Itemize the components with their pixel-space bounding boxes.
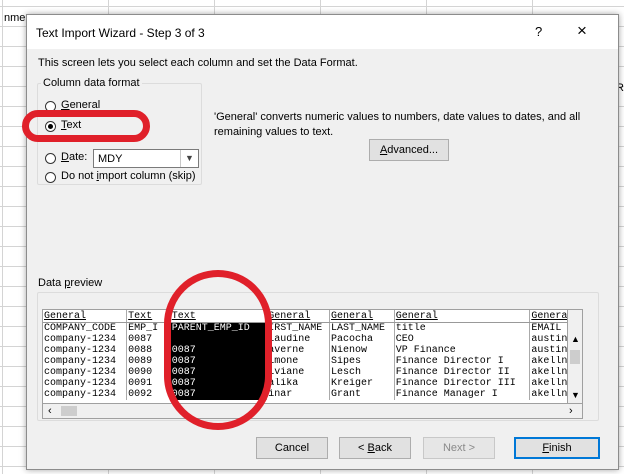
preview-row[interactable]: company-1234 0089 0087 imone Sipes Finance Di…: [43, 356, 580, 367]
preview-header-row[interactable]: General Text Text General General General Gene…: [43, 310, 580, 323]
preview-cell[interactable]: Kreiger: [329, 378, 395, 389]
preview-row[interactable]: company-1234 0087 laudine Pacocha CEO austin: [43, 334, 580, 345]
preview-cell[interactable]: 0091: [126, 378, 171, 389]
preview-cell[interactable]: Finance Director III: [394, 378, 531, 389]
preview-cell[interactable]: 0087: [170, 367, 268, 378]
text-radio-label[interactable]: Text: [61, 119, 81, 131]
preview-cell[interactable]: Lesch: [329, 367, 395, 378]
skip-column-radio-label[interactable]: Do not import column (skip): [61, 170, 196, 182]
preview-column-format[interactable]: General: [394, 310, 531, 323]
preview-column-format[interactable]: General: [43, 310, 128, 323]
preview-cell[interactable]: title: [394, 322, 531, 334]
preview-cell[interactable]: [170, 334, 268, 345]
scroll-down-icon[interactable]: ▼: [571, 390, 580, 400]
preview-cell[interactable]: CEO: [394, 334, 531, 345]
column-format-group-label: Column data format: [41, 77, 142, 89]
preview-cell[interactable]: VP Finance: [394, 345, 531, 356]
preview-cell[interactable]: COMPANY_CODE: [43, 322, 128, 334]
preview-horizontal-scrollbar[interactable]: ‹ ›: [42, 403, 583, 419]
preview-column-format[interactable]: Text: [170, 310, 268, 323]
preview-cell[interactable]: averne: [266, 345, 331, 356]
preview-row[interactable]: company-1234 0091 0087 alika Kreiger Finance …: [43, 378, 580, 389]
finish-button[interactable]: Finish: [514, 437, 600, 459]
next-button[interactable]: Next >: [423, 437, 495, 459]
preview-cell[interactable]: Sipes: [329, 356, 395, 367]
text-radio[interactable]: [45, 121, 56, 132]
general-radio[interactable]: [45, 101, 56, 112]
general-radio-label[interactable]: General: [61, 99, 100, 111]
preview-cell[interactable]: company-1234: [43, 378, 128, 389]
preview-column-format[interactable]: Text: [126, 310, 171, 323]
preview-cell[interactable]: 0088: [126, 345, 171, 356]
date-radio-label[interactable]: Date:: [61, 151, 87, 163]
preview-cell[interactable]: LAST_NAME: [329, 322, 395, 334]
help-button[interactable]: ?: [535, 24, 542, 39]
preview-vertical-scrollbar[interactable]: ▲ ▼: [567, 309, 583, 405]
date-radio[interactable]: [45, 153, 56, 164]
preview-cell[interactable]: IRST_NAME: [266, 322, 331, 334]
cancel-button[interactable]: Cancel: [256, 437, 328, 459]
close-button[interactable]: ×: [577, 21, 587, 41]
data-preview-label: Data preview: [38, 277, 103, 289]
preview-cell[interactable]: 0087: [170, 389, 268, 400]
preview-cell[interactable]: PARENT_EMP_ID: [170, 322, 268, 334]
preview-cell[interactable]: Grant: [329, 389, 395, 400]
dialog-description: This screen lets you select each column …: [38, 57, 358, 69]
preview-cell[interactable]: Pacocha: [329, 334, 395, 345]
advanced-button[interactable]: Advanced...: [369, 139, 449, 161]
preview-cell[interactable]: 0087: [126, 334, 171, 345]
preview-cell[interactable]: iviane: [266, 367, 331, 378]
date-format-value: MDY: [98, 153, 123, 165]
preview-cell[interactable]: imone: [266, 356, 331, 367]
preview-column-format[interactable]: General: [266, 310, 331, 323]
preview-cell[interactable]: Nienow: [329, 345, 395, 356]
preview-cell[interactable]: company-1234: [43, 367, 128, 378]
preview-cell[interactable]: company-1234: [43, 334, 128, 345]
preview-cell[interactable]: alika: [266, 378, 331, 389]
scroll-left-icon[interactable]: ‹: [48, 405, 52, 417]
format-info-text: 'General' converts numeric values to num…: [214, 111, 581, 138]
preview-cell[interactable]: company-1234: [43, 356, 128, 367]
date-format-select[interactable]: MDY ▼: [93, 149, 199, 168]
preview-cell[interactable]: Finance Manager I: [394, 389, 531, 400]
preview-cell[interactable]: company-1234: [43, 345, 128, 356]
preview-cell[interactable]: 0092: [126, 389, 171, 400]
title-bar: Text Import Wizard - Step 3 of 3 ? ×: [27, 15, 618, 49]
dialog-title: Text Import Wizard - Step 3 of 3: [36, 26, 205, 40]
scroll-thumb[interactable]: [61, 406, 77, 416]
text-import-wizard-dialog: Text Import Wizard - Step 3 of 3 ? × Thi…: [26, 14, 619, 470]
preview-row[interactable]: company-1234 0092 0087 inar Grant Finance Man…: [43, 389, 580, 400]
preview-row[interactable]: company-1234 0090 0087 iviane Lesch Finance D…: [43, 367, 580, 378]
scroll-up-icon[interactable]: ▲: [571, 334, 580, 344]
chevron-down-icon[interactable]: ▼: [180, 150, 198, 167]
data-preview-table[interactable]: General Text Text General General General Gene…: [43, 310, 580, 400]
preview-cell[interactable]: 0087: [170, 356, 268, 367]
preview-cell[interactable]: 0089: [126, 356, 171, 367]
preview-cell[interactable]: 0090: [126, 367, 171, 378]
preview-cell[interactable]: Finance Director II: [394, 367, 531, 378]
preview-column-format[interactable]: General: [329, 310, 395, 323]
back-button[interactable]: < Back: [339, 437, 411, 459]
preview-row[interactable]: COMPANY_CODE EMP_I PARENT_EMP_ID IRST_NAME L…: [43, 322, 580, 334]
sheet-cell-fragment: nme: [4, 12, 26, 24]
scroll-right-icon[interactable]: ›: [569, 405, 573, 417]
preview-cell[interactable]: laudine: [266, 334, 331, 345]
preview-cell[interactable]: inar: [266, 389, 331, 400]
data-preview-grid[interactable]: General Text Text General General General Gene…: [42, 309, 581, 407]
skip-column-radio[interactable]: [45, 172, 56, 183]
preview-cell[interactable]: Finance Director I: [394, 356, 531, 367]
preview-row[interactable]: company-1234 0088 0087 averne Nienow VP Finan…: [43, 345, 580, 356]
preview-cell[interactable]: company-1234: [43, 389, 128, 400]
preview-cell[interactable]: 0087: [170, 378, 268, 389]
scroll-thumb[interactable]: [570, 350, 580, 364]
preview-cell[interactable]: EMP_I: [126, 322, 171, 334]
preview-cell[interactable]: 0087: [170, 345, 268, 356]
